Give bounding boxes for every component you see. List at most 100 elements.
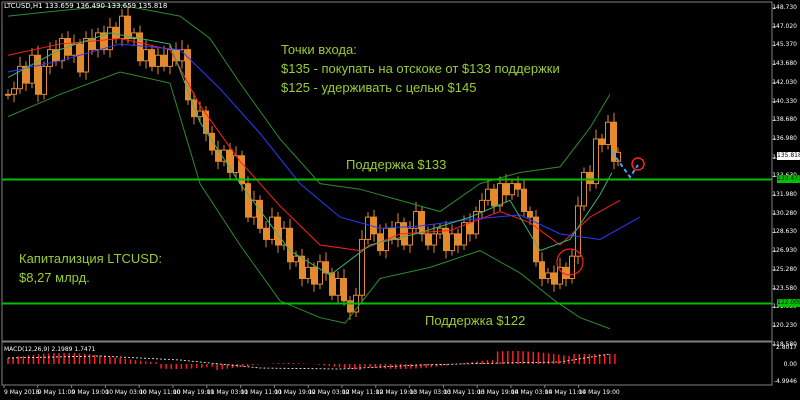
candle xyxy=(467,222,473,235)
price-axis-label: 125.280 xyxy=(772,265,797,273)
price-axis-label: 123.580 xyxy=(772,284,797,292)
time-axis-label: 9 May 11:00 xyxy=(37,389,76,396)
price-axis-label: 140.330 xyxy=(772,97,797,105)
candle xyxy=(77,43,83,73)
candle xyxy=(137,32,143,62)
candle xyxy=(275,216,281,246)
candle xyxy=(41,65,47,95)
candle xyxy=(263,227,269,240)
candle xyxy=(443,227,449,252)
candle xyxy=(257,199,263,229)
candle xyxy=(497,183,503,207)
support-133-price-tag: 133.473 xyxy=(777,175,800,183)
support-122-label: Поддержка $122 xyxy=(425,313,526,328)
candle xyxy=(587,171,593,185)
candle xyxy=(95,32,101,51)
candle xyxy=(161,54,167,67)
candle xyxy=(509,183,515,196)
price-axis-label: 120.230 xyxy=(772,321,797,329)
candle xyxy=(449,233,455,252)
candle xyxy=(365,216,371,240)
candle xyxy=(407,227,413,246)
candle xyxy=(83,37,89,73)
price-axis-label: 147.020 xyxy=(772,22,797,30)
cap-value: $8,27 млрд. xyxy=(19,270,90,285)
candle xyxy=(149,49,155,67)
candle xyxy=(287,227,293,263)
target-circle xyxy=(631,157,645,171)
candle xyxy=(29,54,35,84)
macd-signal-line xyxy=(7,353,611,370)
candle xyxy=(593,138,599,185)
candle xyxy=(155,54,161,67)
candle xyxy=(479,199,485,213)
price-axis-label: 143.680 xyxy=(772,60,797,68)
candle xyxy=(245,183,251,218)
entry-buy: $135 - покупать на отскоке от $133 подде… xyxy=(281,61,560,76)
candle xyxy=(341,278,347,302)
price-axis-label: 126.930 xyxy=(772,247,797,255)
candle xyxy=(485,188,491,201)
candle xyxy=(143,49,149,62)
price-axis-label: 142.030 xyxy=(772,78,797,86)
candle xyxy=(425,233,431,246)
candle xyxy=(395,222,401,240)
time-axis-label: 9 May 2018 xyxy=(4,389,40,396)
price-axis-label: 145.370 xyxy=(772,41,797,49)
price-axis-label: 130.280 xyxy=(772,209,797,217)
price-axis-label: 136.980 xyxy=(772,134,797,142)
candle xyxy=(209,132,215,151)
candle xyxy=(551,272,557,285)
macd-axis-bottom: -4.9946 xyxy=(773,378,797,385)
time-axis-label: 14 May 19:00 xyxy=(578,389,620,396)
candle xyxy=(5,93,11,96)
entry-points-note: Точки входа: $135 - покупать на отскоке … xyxy=(281,40,560,97)
entry-hold: $125 - удерживать с целью $145 xyxy=(281,80,477,95)
entry-title: Точки входа: xyxy=(281,42,357,57)
candle xyxy=(563,266,569,280)
candle xyxy=(317,261,323,285)
candle xyxy=(125,15,131,39)
support-133-label: Поддержка $133 xyxy=(346,157,447,172)
candle xyxy=(599,138,605,146)
candle xyxy=(491,188,497,207)
bollinger-lower xyxy=(7,71,611,330)
candle xyxy=(503,183,509,196)
candle xyxy=(605,121,611,146)
candle xyxy=(359,238,365,296)
candle xyxy=(527,211,533,218)
candle xyxy=(419,211,425,235)
candle xyxy=(521,188,527,213)
candle xyxy=(293,255,299,263)
candle xyxy=(431,233,437,246)
current-price-tag: 135.818 xyxy=(777,152,800,160)
price-axis-label: 138.680 xyxy=(772,116,797,124)
candle xyxy=(311,266,317,285)
capitalization-note: Капитализция LTCUSD: $8,27 млрд. xyxy=(19,249,162,287)
candle xyxy=(545,272,551,280)
candle xyxy=(47,49,53,67)
candle xyxy=(515,183,521,190)
candle xyxy=(329,272,335,296)
candle xyxy=(113,26,119,39)
support-122-price-tag: 122.009 xyxy=(777,299,800,307)
candle xyxy=(89,37,95,51)
time-axis-label: 9 May 19:00 xyxy=(71,389,109,396)
candle xyxy=(539,261,545,280)
cap-title: Капитализция LTCUSD: xyxy=(19,251,162,266)
candle xyxy=(575,205,581,257)
ohlc-header: LTCUSD,H1 133.659 136.490 133.659 135.81… xyxy=(4,2,168,10)
price-axis-label: 131.980 xyxy=(772,191,797,198)
macd-pane-frame xyxy=(1,341,773,386)
candle xyxy=(455,233,461,246)
macd-axis-zero: 0.00 xyxy=(783,361,797,368)
candle xyxy=(197,110,203,118)
candle xyxy=(581,171,587,207)
candle xyxy=(371,216,377,235)
price-axis-label: 128.630 xyxy=(772,228,797,236)
candle xyxy=(305,266,311,280)
macd-label: MACD(12,26,9) 2.1989 1.7471 xyxy=(4,346,96,353)
candle xyxy=(11,88,17,95)
candle xyxy=(335,278,341,296)
price-axis-label: 148.730 xyxy=(772,4,797,11)
